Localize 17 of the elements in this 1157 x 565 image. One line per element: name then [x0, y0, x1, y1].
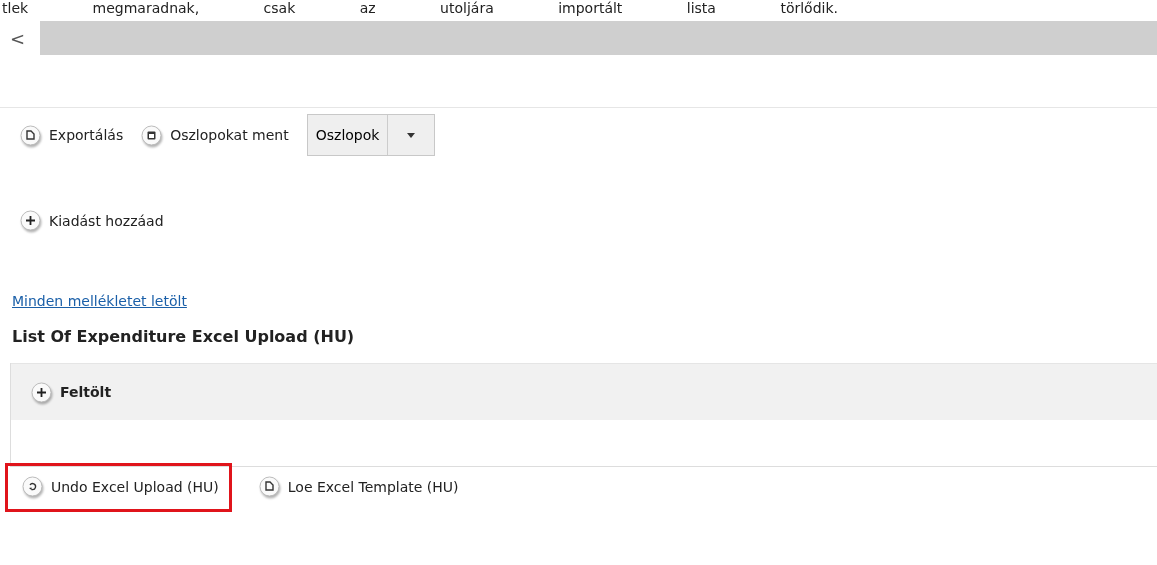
section-title: List Of Expenditure Excel Upload (HU) [12, 327, 356, 346]
document-icon [258, 476, 280, 497]
upload-button[interactable]: Feltölt [31, 381, 112, 403]
undo-upload-button[interactable]: Undo Excel Upload (HU) [5, 463, 232, 512]
scroll-left-button[interactable]: < [10, 27, 40, 49]
plus-icon [31, 381, 52, 403]
download-all-link[interactable]: Minden mellékletet letölt [12, 293, 187, 309]
intro-text: tlek megmaradnak, csak az utoljára importált lista törlődik. [1, 0, 838, 16]
caret-icon [407, 132, 416, 138]
undo-icon [22, 476, 43, 497]
add-expense-button[interactable]: Kiadást hozzáad [20, 210, 164, 231]
document-icon [20, 124, 41, 146]
save-columns-button[interactable]: Oszlopokat ment [141, 124, 289, 146]
columns-dropdown[interactable]: Oszlopok [306, 114, 436, 156]
template-button[interactable]: Loe Excel Template (HU) [241, 463, 472, 512]
export-button[interactable]: Exportálás [20, 124, 124, 146]
plus-icon [20, 210, 41, 231]
